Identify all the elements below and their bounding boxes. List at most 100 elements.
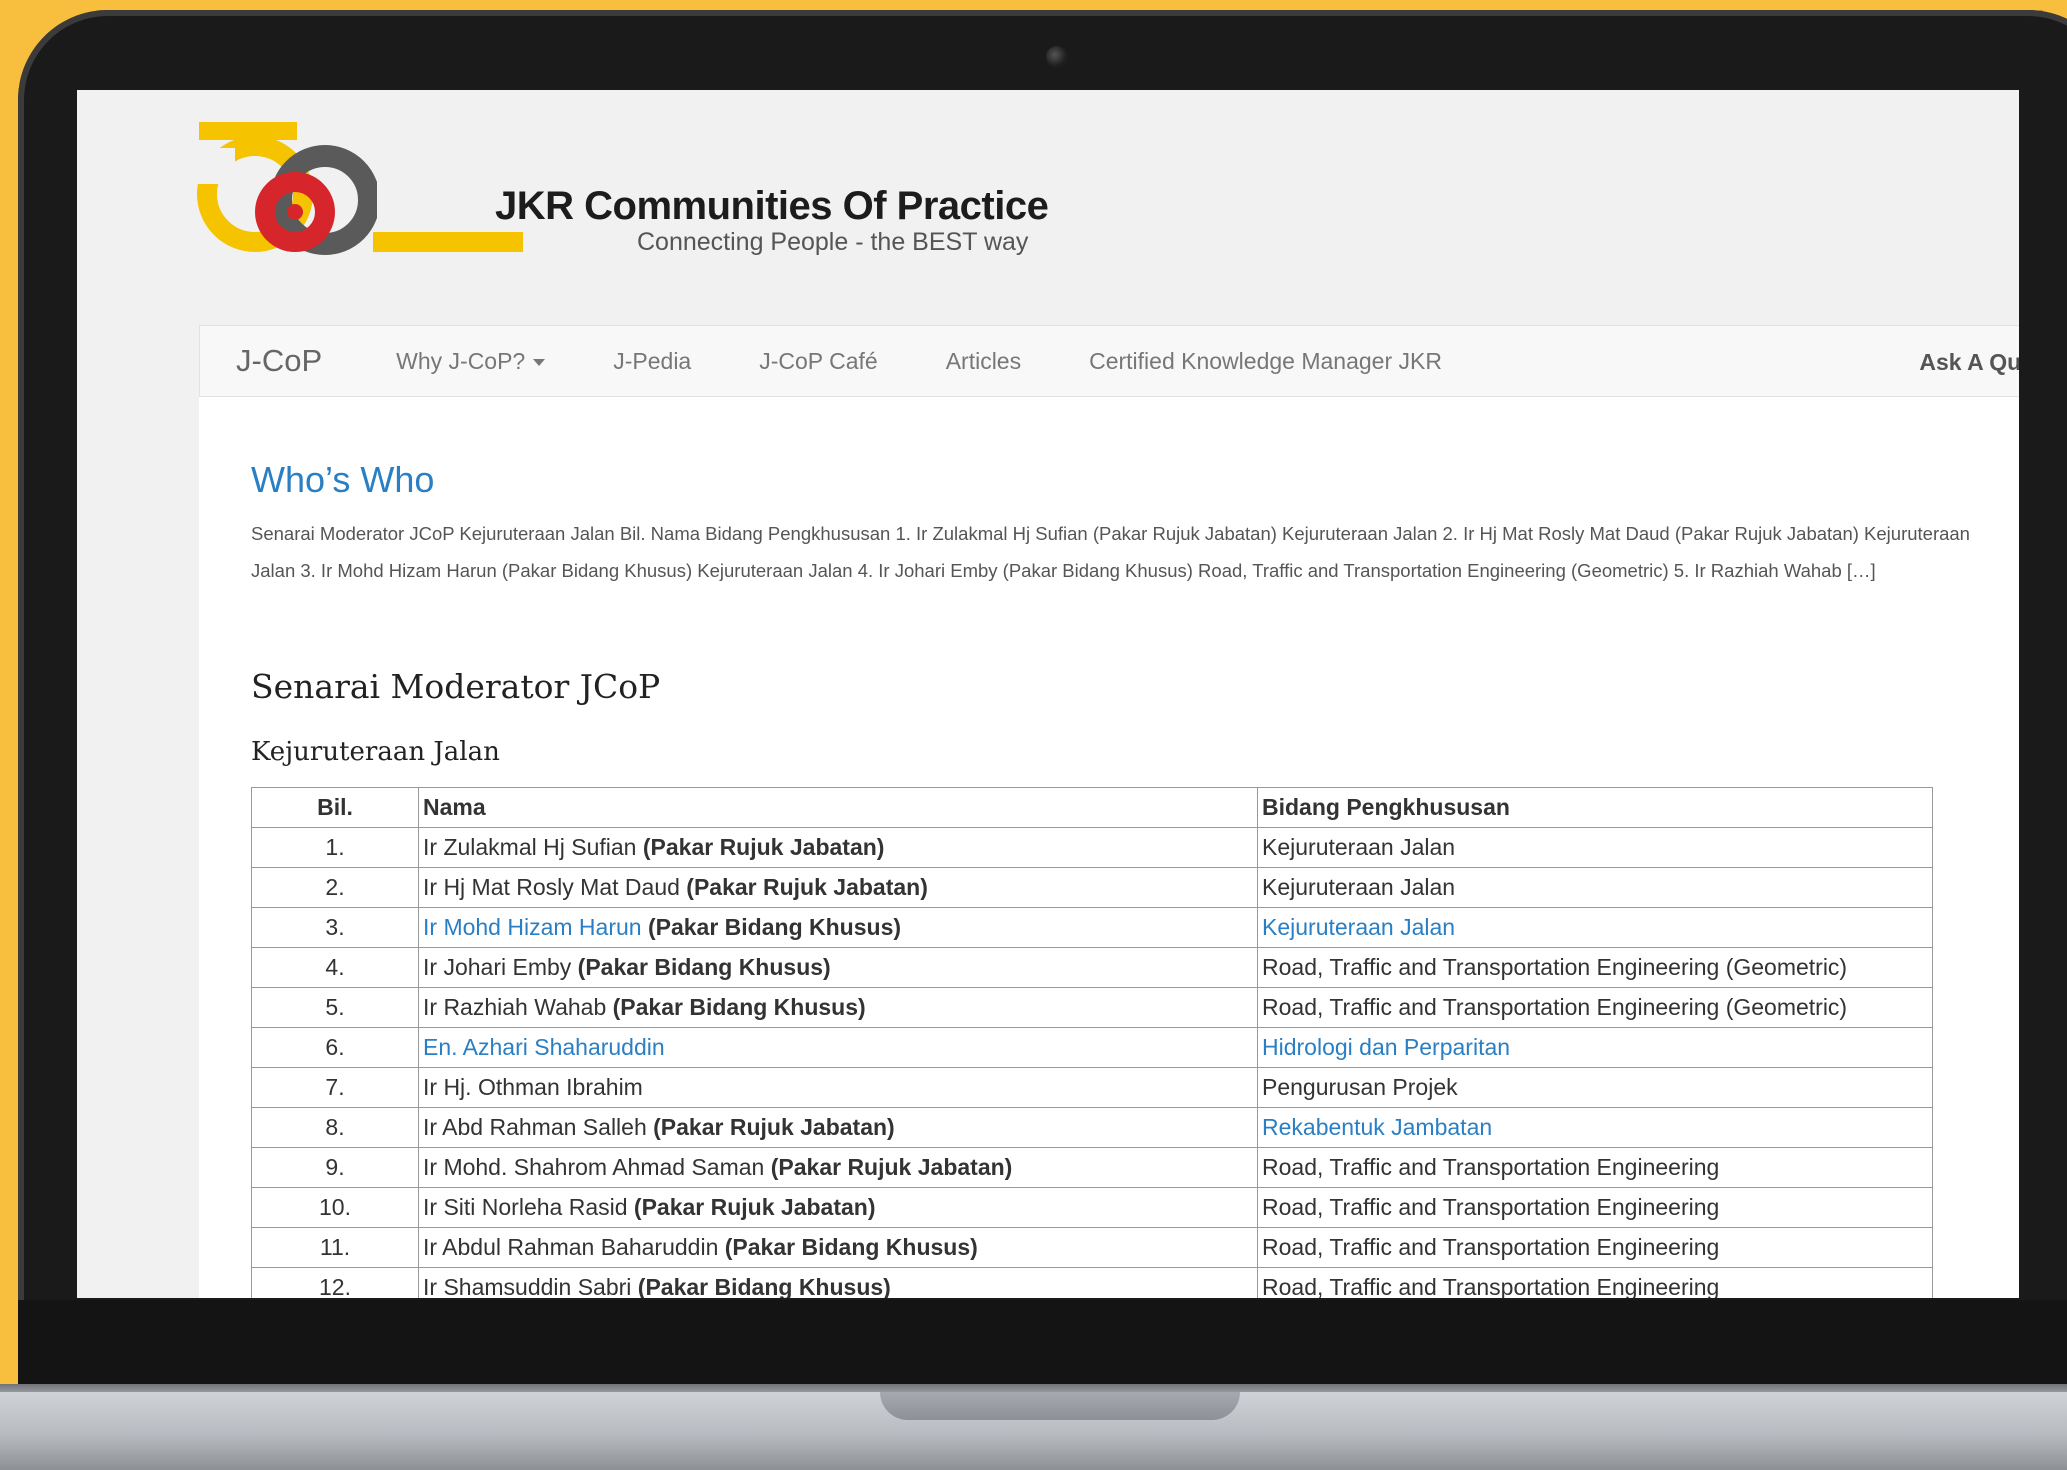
cell-bidang: Pengurusan Projek [1257, 1067, 1933, 1108]
field-link[interactable]: Hidrologi dan Perparitan [1262, 1034, 1510, 1060]
table-row: 7. Ir Hj. Othman Ibrahim Pengurusan Projek [251, 1067, 1933, 1108]
cell-nama: Ir Mohd Hizam Harun (Pakar Bidang Khusus… [418, 907, 1258, 948]
cell-nama: Ir Razhiah Wahab (Pakar Bidang Khusus) [418, 987, 1258, 1028]
cell-nama: Ir Hj Mat Rosly Mat Daud (Pakar Rujuk Ja… [418, 867, 1258, 908]
table-header-row: Bil. Nama Bidang Pengkhususan [251, 787, 1933, 828]
cell-bil: 2. [251, 867, 419, 908]
moderator-role: (Pakar Rujuk Jabatan) [686, 874, 928, 900]
cell-nama: Ir Johari Emby (Pakar Bidang Khusus) [418, 947, 1258, 988]
field-text: Road, Traffic and Transportation Enginee… [1262, 994, 1848, 1020]
field-text: Kejuruteraan Jalan [1262, 834, 1456, 860]
table-row: 3. Ir Mohd Hizam Harun (Pakar Bidang Khus… [251, 907, 1933, 948]
cell-bidang: Rekabentuk Jambatan [1257, 1107, 1933, 1148]
moderator-name: Ir Zulakmal Hj Sufian [423, 834, 637, 860]
nav-item-label: Why J-CoP? [396, 348, 526, 374]
table-row: 6. En. Azhari Shaharuddin Hidrologi dan Pe… [251, 1027, 1933, 1068]
moderator-name: Ir Hj Mat Rosly Mat Daud [423, 874, 680, 900]
field-text: Road, Traffic and Transportation Enginee… [1262, 1194, 1720, 1220]
moderator-name: Ir Hj. Othman Ibrahim [423, 1074, 643, 1100]
column-header-bidang: Bidang Pengkhususan [1257, 787, 1933, 828]
cell-bil: 7. [251, 1067, 419, 1108]
field-link[interactable]: Kejuruteraan Jalan [1262, 914, 1455, 940]
table-row: 10. Ir Siti Norleha Rasid (Pakar Rujuk Ja… [251, 1187, 1933, 1228]
moderator-role: (Pakar Rujuk Jabatan) [770, 1154, 1013, 1180]
moderator-role: (Pakar Bidang Khusus) [647, 914, 902, 940]
moderator-name: Ir Shamsuddin Sabri [423, 1274, 632, 1298]
logo-title: JKR Communities Of Practice [495, 184, 1049, 228]
field-text: Road, Traffic and Transportation Enginee… [1262, 954, 1848, 980]
logo-bar [373, 232, 523, 252]
table-row: 1. Ir Zulakmal Hj Sufian (Pakar Rujuk Jab… [251, 827, 1933, 868]
cell-bil: 9. [251, 1147, 419, 1188]
moderator-role: (Pakar Rujuk Jabatan) [653, 1114, 895, 1140]
moderator-name: Ir Razhiah Wahab [423, 994, 607, 1020]
nav-item-ask-a-question[interactable]: Ask A Que [1919, 326, 2019, 398]
nav-item-jcop-cafe[interactable]: J-CoP Café [725, 325, 911, 397]
table-row: 12. Ir Shamsuddin Sabri (Pakar Bidang Khu… [251, 1267, 1933, 1298]
moderator-name-link[interactable]: Ir Mohd Hizam Harun [423, 914, 642, 940]
field-text: Road, Traffic and Transportation Enginee… [1262, 1154, 1720, 1180]
moderator-role: (Pakar Bidang Khusus) [577, 954, 831, 980]
field-text: Kejuruteraan Jalan [1262, 874, 1456, 900]
cell-bidang: Road, Traffic and Transportation Enginee… [1257, 1187, 1933, 1228]
cell-nama: Ir Zulakmal Hj Sufian (Pakar Rujuk Jabat… [418, 827, 1258, 868]
logo-subtitle: Connecting People - the BEST way [637, 228, 1029, 256]
cell-nama: Ir Mohd. Shahrom Ahmad Saman (Pakar Ruju… [418, 1147, 1258, 1188]
cell-bidang: Road, Traffic and Transportation Enginee… [1257, 1267, 1933, 1298]
field-link[interactable]: Rekabentuk Jambatan [1262, 1114, 1492, 1140]
column-header-nama: Nama [418, 787, 1258, 828]
cell-bidang: Road, Traffic and Transportation Enginee… [1257, 947, 1933, 988]
moderator-name: Ir Johari Emby [423, 954, 572, 980]
post-title-link[interactable]: Who’s Who [251, 459, 434, 501]
cell-bidang: Kejuruteraan Jalan [1257, 867, 1933, 908]
table-row: 4. Ir Johari Emby (Pakar Bidang Khusus) Ro… [251, 947, 1933, 988]
cell-nama: Ir Abd Rahman Salleh (Pakar Rujuk Jabata… [418, 1107, 1258, 1148]
nav-item-why-jcop[interactable]: Why J-CoP? [362, 325, 579, 397]
cell-nama: Ir Siti Norleha Rasid (Pakar Rujuk Jabat… [418, 1187, 1258, 1228]
nav-brand[interactable]: J-CoP [200, 343, 362, 379]
moderator-role: (Pakar Bidang Khusus) [637, 1274, 891, 1298]
cell-bidang: Road, Traffic and Transportation Enginee… [1257, 1147, 1933, 1188]
table-row: 2. Ir Hj Mat Rosly Mat Daud (Pakar Rujuk … [251, 867, 1933, 908]
webcam-icon [1046, 46, 1068, 68]
table-row: 5. Ir Razhiah Wahab (Pakar Bidang Khusus)… [251, 987, 1933, 1028]
field-text: Road, Traffic and Transportation Enginee… [1262, 1234, 1720, 1260]
moderator-name: Ir Abd Rahman Salleh [423, 1114, 647, 1140]
cell-bil: 6. [251, 1027, 419, 1068]
cell-nama: En. Azhari Shaharuddin [418, 1027, 1258, 1068]
field-text: Road, Traffic and Transportation Enginee… [1262, 1274, 1720, 1298]
post-excerpt: Senarai Moderator JCoP Kejuruteraan Jala… [251, 523, 1970, 581]
main-navbar: J-CoP Why J-CoP? J-Pedia J-CoP Café Arti… [199, 325, 2019, 397]
cell-bil: 5. [251, 987, 419, 1028]
laptop-notch [880, 1392, 1240, 1420]
moderator-name: Ir Mohd. Shahrom Ahmad Saman [423, 1154, 765, 1180]
cell-bil: 3. [251, 907, 419, 948]
cell-nama: Ir Hj. Othman Ibrahim [418, 1067, 1258, 1108]
cell-bidang: Hidrologi dan Perparitan [1257, 1027, 1933, 1068]
table-body: 1. Ir Zulakmal Hj Sufian (Pakar Rujuk Jab… [251, 827, 1933, 1298]
cell-bil: 8. [251, 1107, 419, 1148]
moderator-role: (Pakar Rujuk Jabatan) [633, 1194, 876, 1220]
moderator-role: (Pakar Bidang Khusus) [612, 994, 866, 1020]
browser-screen: JKR Communities Of Practice Connecting P… [77, 90, 2019, 1298]
field-text: Pengurusan Projek [1262, 1074, 1458, 1100]
cell-bil: 12. [251, 1267, 419, 1298]
caret-down-icon [533, 359, 546, 367]
nav-item-certified-km[interactable]: Certified Knowledge Manager JKR [1055, 325, 1476, 397]
moderator-role: (Pakar Rujuk Jabatan) [642, 834, 885, 860]
cell-bil: 1. [251, 827, 419, 868]
column-header-bil: Bil. [251, 787, 419, 828]
cell-bidang: Kejuruteraan Jalan [1257, 907, 1933, 948]
nav-item-jpedia[interactable]: J-Pedia [579, 325, 725, 397]
cell-bidang: Road, Traffic and Transportation Enginee… [1257, 1227, 1933, 1268]
moderator-name: Ir Siti Norleha Rasid [423, 1194, 628, 1220]
cell-nama: Ir Abdul Rahman Baharuddin (Pakar Bidang… [418, 1227, 1258, 1268]
cell-nama: Ir Shamsuddin Sabri (Pakar Bidang Khusus… [418, 1267, 1258, 1298]
site-logo[interactable]: JKR Communities Of Practice Connecting P… [197, 120, 1049, 260]
cell-bil: 4. [251, 947, 419, 988]
content-panel: Who’s Who Senarai Moderator JCoP Kejurut… [199, 397, 2019, 1298]
nav-item-articles[interactable]: Articles [912, 325, 1055, 397]
cell-bidang: Road, Traffic and Transportation Enginee… [1257, 987, 1933, 1028]
moderator-name-link[interactable]: En. Azhari Shaharuddin [423, 1034, 665, 1060]
moderator-name: Ir Abdul Rahman Baharuddin [423, 1234, 719, 1260]
